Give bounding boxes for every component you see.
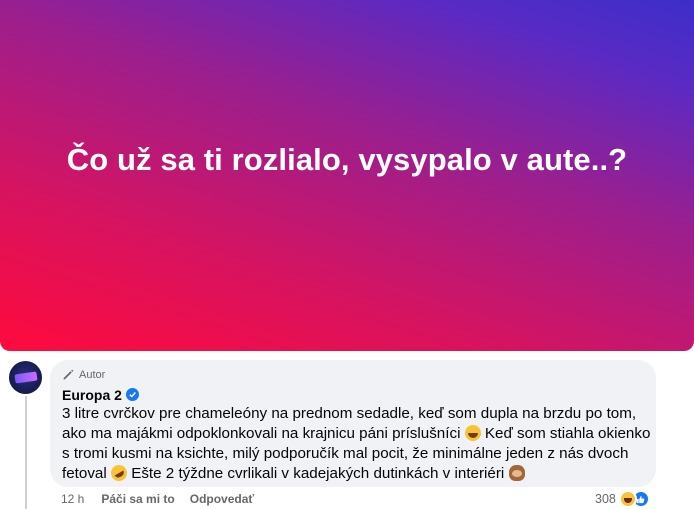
comment-text: 3 litre cvrčkov pre chameleóny na predno… bbox=[62, 404, 652, 484]
verified-icon bbox=[125, 388, 139, 401]
haha-reaction-icon bbox=[618, 490, 637, 508]
author-badge-label: Autor bbox=[79, 368, 106, 381]
author-name[interactable]: Europa 2 bbox=[62, 387, 122, 403]
comment-bubble: Autor Europa 2 3 litre cvrčkov pre chame… bbox=[50, 360, 656, 487]
post-banner-text: Čo už sa ti rozlialo, vysypalo v aute..? bbox=[66, 141, 628, 177]
thread-line bbox=[25, 396, 27, 509]
europa2-logo-icon bbox=[13, 371, 38, 384]
comment-text-part3: Ešte 2 týždne cvrlikali v kadejakých dut… bbox=[126, 465, 509, 482]
comment-timestamp[interactable]: 12 h bbox=[61, 492, 84, 506]
like-button[interactable]: Páči sa mi to bbox=[101, 492, 174, 506]
comment-actions: 12 h Páči sa mi to Odpovedať bbox=[61, 492, 254, 506]
post-banner: Čo už sa ti rozlialo, vysypalo v aute..? bbox=[0, 0, 694, 351]
reactions-summary[interactable]: 308 bbox=[595, 489, 650, 509]
see-no-evil-monkey-emoji bbox=[508, 465, 525, 481]
reaction-count: 308 bbox=[595, 492, 616, 506]
grinning-sweat-emoji bbox=[464, 425, 481, 441]
author-row: Europa 2 bbox=[62, 386, 644, 403]
avatar[interactable] bbox=[9, 361, 42, 394]
reply-button[interactable]: Odpovedať bbox=[190, 492, 254, 506]
author-badge: Autor bbox=[62, 367, 644, 382]
pencil-icon bbox=[63, 369, 74, 380]
